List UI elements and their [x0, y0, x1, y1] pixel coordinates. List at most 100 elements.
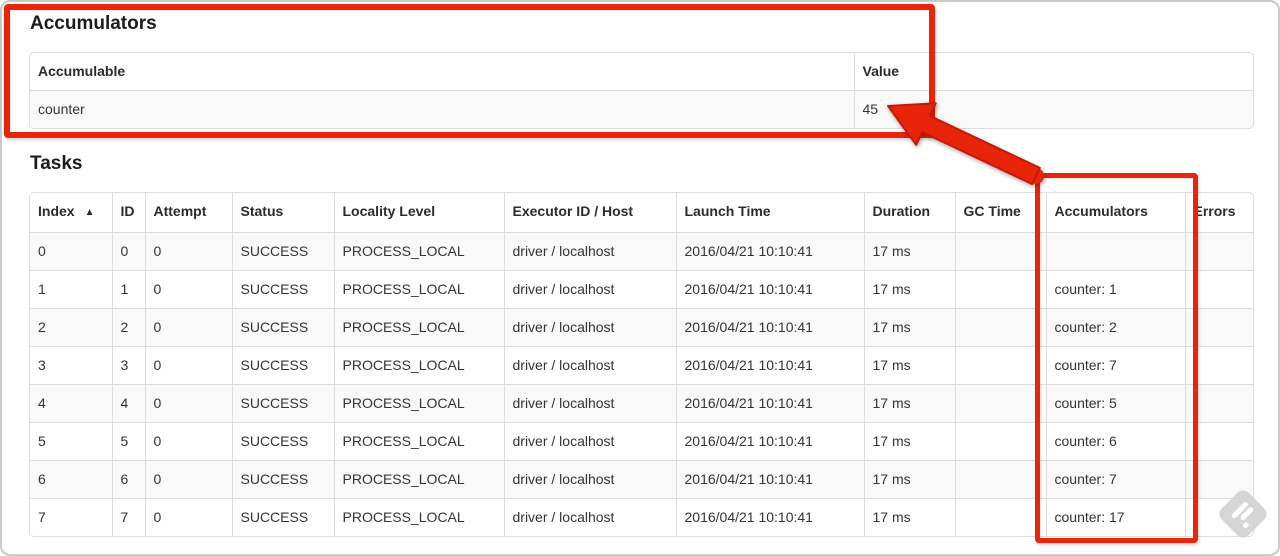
cell-id: 7: [111, 498, 145, 536]
column-header-accumulable[interactable]: Accumulable: [30, 53, 854, 91]
cell-launch-time: 2016/04/21 10:10:41: [675, 270, 864, 309]
cell-locality-level: PROCESS_LOCAL: [333, 232, 504, 271]
cell-launch-time: 2016/04/21 10:10:41: [675, 498, 864, 536]
cell-attempt: 0: [144, 498, 232, 536]
cell-duration: 17 ms: [863, 308, 955, 347]
cell-status: SUCCESS: [231, 422, 334, 461]
cell-duration: 17 ms: [863, 346, 955, 385]
cell-launch-time: 2016/04/21 10:10:41: [675, 460, 864, 499]
cell-gc-time: [954, 346, 1046, 385]
cell-errors: [1184, 384, 1253, 423]
table-row: 5 5 0 SUCCESS PROCESS_LOCAL driver / localhos…: [30, 422, 1253, 461]
cell-status: SUCCESS: [231, 460, 334, 499]
column-header-duration[interactable]: Duration: [863, 193, 955, 233]
cell-id: 4: [111, 384, 145, 423]
column-header-attempt[interactable]: Attempt: [144, 193, 232, 233]
cell-locality-level: PROCESS_LOCAL: [333, 498, 504, 536]
cell-attempt: 0: [144, 384, 232, 423]
cell-index: 4: [30, 384, 112, 423]
cell-errors: [1184, 498, 1253, 536]
table-row: 0 0 0 SUCCESS PROCESS_LOCAL driver / localhos…: [30, 232, 1253, 271]
cell-accumulable: counter: [30, 90, 854, 128]
cell-locality-level: PROCESS_LOCAL: [333, 346, 504, 385]
cell-locality-level: PROCESS_LOCAL: [333, 384, 504, 423]
cell-gc-time: [954, 460, 1046, 499]
cell-accumulators: counter: 7: [1045, 346, 1185, 385]
cell-executor-id-host: driver / localhost: [503, 232, 676, 271]
cell-launch-time: 2016/04/21 10:10:41: [675, 384, 864, 423]
cell-index: 3: [30, 346, 112, 385]
cell-status: SUCCESS: [231, 270, 334, 309]
accumulators-table-container: Accumulable Value counter 45: [29, 52, 1254, 129]
cell-index: 0: [30, 232, 112, 271]
accumulators-section-heading: Accumulators: [30, 13, 157, 34]
cell-executor-id-host: driver / localhost: [503, 308, 676, 347]
column-header-value[interactable]: Value: [853, 53, 1253, 91]
cell-id: 3: [111, 346, 145, 385]
cell-gc-time: [954, 308, 1046, 347]
tasks-table-container: Index ▲ ID Attempt Status Locality Level Execu…: [29, 192, 1254, 537]
cell-errors: [1184, 346, 1253, 385]
cell-accumulators: counter: 2: [1045, 308, 1185, 347]
cell-id: 1: [111, 270, 145, 309]
cell-accumulators: counter: 5: [1045, 384, 1185, 423]
column-header-launch-time[interactable]: Launch Time: [675, 193, 864, 233]
column-header-executor-id-host[interactable]: Executor ID / Host: [503, 193, 676, 233]
table-row: counter 45: [30, 90, 1253, 128]
cell-index: 5: [30, 422, 112, 461]
cell-locality-level: PROCESS_LOCAL: [333, 422, 504, 461]
cell-duration: 17 ms: [863, 232, 955, 271]
cell-launch-time: 2016/04/21 10:10:41: [675, 346, 864, 385]
cell-gc-time: [954, 498, 1046, 536]
cell-locality-level: PROCESS_LOCAL: [333, 270, 504, 309]
cell-launch-time: 2016/04/21 10:10:41: [675, 308, 864, 347]
cell-launch-time: 2016/04/21 10:10:41: [675, 422, 864, 461]
tasks-section-heading: Tasks: [30, 153, 83, 174]
cell-id: 2: [111, 308, 145, 347]
sort-ascending-icon: ▲: [84, 207, 95, 218]
cell-locality-level: PROCESS_LOCAL: [333, 308, 504, 347]
cell-attempt: 0: [144, 460, 232, 499]
cell-errors: [1184, 422, 1253, 461]
column-header-locality-level[interactable]: Locality Level: [333, 193, 504, 233]
table-row: 3 3 0 SUCCESS PROCESS_LOCAL driver / localhos…: [30, 346, 1253, 385]
cell-status: SUCCESS: [231, 384, 334, 423]
table-row: 4 4 0 SUCCESS PROCESS_LOCAL driver / localhos…: [30, 384, 1253, 423]
cell-executor-id-host: driver / localhost: [503, 384, 676, 423]
cell-executor-id-host: driver / localhost: [503, 346, 676, 385]
cell-executor-id-host: driver / localhost: [503, 460, 676, 499]
column-header-gc-time[interactable]: GC Time: [954, 193, 1046, 233]
cell-value: 45: [853, 90, 1253, 128]
column-header-id[interactable]: ID: [111, 193, 145, 233]
cell-gc-time: [954, 384, 1046, 423]
page: Accumulators Accumulable Value counter 45 T…: [0, 0, 1280, 556]
cell-duration: 17 ms: [863, 384, 955, 423]
cell-accumulators: counter: 6: [1045, 422, 1185, 461]
column-header-errors[interactable]: Errors: [1184, 193, 1253, 233]
column-header-index[interactable]: Index ▲: [30, 193, 112, 233]
cell-index: 2: [30, 308, 112, 347]
cell-accumulators: counter: 17: [1045, 498, 1185, 536]
column-header-status[interactable]: Status: [231, 193, 334, 233]
cell-accumulators: counter: 1: [1045, 270, 1185, 309]
cell-locality-level: PROCESS_LOCAL: [333, 460, 504, 499]
header-row: Accumulable Value: [30, 53, 1253, 91]
cell-status: SUCCESS: [231, 346, 334, 385]
table-row: 6 6 0 SUCCESS PROCESS_LOCAL driver / localhos…: [30, 460, 1253, 499]
cell-gc-time: [954, 270, 1046, 309]
cell-id: 5: [111, 422, 145, 461]
cell-errors: [1184, 460, 1253, 499]
cell-status: SUCCESS: [231, 498, 334, 536]
column-header-accumulators[interactable]: Accumulators: [1045, 193, 1185, 233]
accumulators-table: Accumulable Value counter 45: [30, 53, 1253, 128]
cell-attempt: 0: [144, 232, 232, 271]
cell-index: 1: [30, 270, 112, 309]
cell-duration: 17 ms: [863, 422, 955, 461]
cell-executor-id-host: driver / localhost: [503, 422, 676, 461]
cell-duration: 17 ms: [863, 460, 955, 499]
cell-status: SUCCESS: [231, 308, 334, 347]
table-row: 2 2 0 SUCCESS PROCESS_LOCAL driver / localhos…: [30, 308, 1253, 347]
cell-gc-time: [954, 232, 1046, 271]
tasks-table: Index ▲ ID Attempt Status Locality Level Execu…: [30, 193, 1253, 536]
table-row: 1 1 0 SUCCESS PROCESS_LOCAL driver / localhos…: [30, 270, 1253, 309]
